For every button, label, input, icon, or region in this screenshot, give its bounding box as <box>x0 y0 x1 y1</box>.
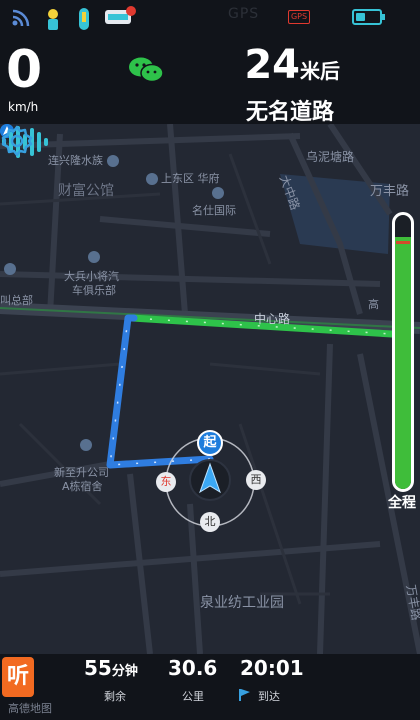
gear-icon[interactable] <box>0 124 34 158</box>
wechat-icon[interactable] <box>128 56 164 84</box>
road-label: 中心路 <box>254 312 291 326</box>
next-turn-distance: 24米后 <box>244 42 340 88</box>
compass-west: 东 <box>156 472 176 492</box>
trip-summary-bar: 听 55分钟 剩余 30.6 公里 20:01 到达 高德地图 <box>0 654 420 720</box>
gps-icon: GPS <box>288 10 310 24</box>
remaining-time-label: 剩余 <box>104 690 126 703</box>
poi-label[interactable]: 名仕国际 <box>192 202 236 218</box>
compass-east: 西 <box>246 470 266 490</box>
road-label: 泉业纺工业园 <box>200 595 284 611</box>
map-view[interactable]: 连兴隆水族 上东区 华府 财富公馆 名仕国际 大兵小将汽 车俱乐部 叫总部 高 … <box>0 124 420 654</box>
battery-icon <box>352 9 385 25</box>
navigation-header: 0 km/h 24米后 无名道路 <box>0 38 420 125</box>
hotspot-icon <box>48 9 58 30</box>
congestion-marker <box>396 241 410 244</box>
next-turn-distance-value: 24 <box>244 42 300 88</box>
poi-label[interactable]: A栋宿舍 <box>62 478 103 494</box>
poi-label[interactable]: 财富公馆 <box>58 180 114 200</box>
arrival-time-label: 到达 <box>258 690 280 703</box>
poi-marker-icon <box>80 438 95 451</box>
notification-icon[interactable] <box>104 6 138 30</box>
remaining-distance-label: 公里 <box>182 690 204 703</box>
poi-label[interactable]: 连兴隆水族 <box>48 152 122 168</box>
poi-label[interactable]: 车俱乐部 <box>72 282 116 298</box>
brand-logo: 高德地图 <box>8 702 52 715</box>
remaining-distance: 30.6 <box>168 656 218 680</box>
start-marker: 起 <box>197 430 223 456</box>
poi-label[interactable]: 高 <box>368 296 379 312</box>
status-ghost-text: GPS <box>228 6 260 22</box>
compass-south: 北 <box>200 512 220 532</box>
remaining-time: 55分钟 <box>84 656 138 680</box>
car-position-icon <box>189 459 231 501</box>
speed-unit: km/h <box>8 100 39 114</box>
road-label: 万丰路 <box>370 184 410 199</box>
route-progress-fill <box>395 236 411 489</box>
poi-marker-icon <box>212 186 227 199</box>
arrival-time: 20:01 <box>240 656 304 680</box>
speed-value: 0 <box>6 40 43 100</box>
full-route-button[interactable]: 全程 <box>388 492 416 512</box>
listen-button[interactable]: 听 <box>2 657 34 697</box>
wifi-icon <box>12 9 30 27</box>
poi-marker-icon <box>88 250 103 263</box>
poi-marker-icon <box>4 262 19 275</box>
poi-label[interactable]: 叫总部 <box>0 292 33 308</box>
poi-marker-icon <box>146 173 158 185</box>
poi-marker-icon <box>106 155 119 167</box>
battery-fill <box>356 13 365 21</box>
next-turn-distance-unit: 米后 <box>300 59 340 83</box>
status-bar: GPS GPS <box>0 0 420 38</box>
current-road-name: 无名道路 <box>246 100 335 125</box>
road-label: 乌泥塘路 <box>306 150 355 164</box>
flag-icon <box>239 689 250 701</box>
poi-label[interactable]: 上东区 华府 <box>146 170 220 186</box>
route-progress-bar <box>392 212 414 492</box>
car-link-icon <box>79 8 89 30</box>
